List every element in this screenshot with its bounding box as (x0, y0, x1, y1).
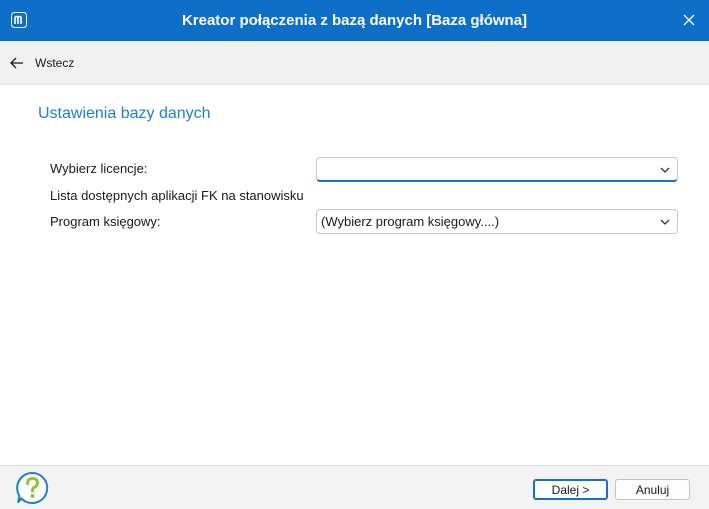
accounting-program-select[interactable]: (Wybierz program księgowy....) (316, 209, 678, 234)
section-title: Ustawienia bazy danych (38, 105, 211, 122)
footer-bar: Dalej > Anuluj (0, 465, 709, 509)
apps-list-label: Lista dostępnych aplikacji FK na stanowi… (50, 188, 304, 203)
back-button[interactable]: Wstecz (8, 51, 74, 75)
close-button[interactable] (677, 8, 701, 32)
title-bar: Kreator połączenia z bazą danych [Baza g… (0, 0, 709, 41)
cancel-button[interactable]: Anuluj (615, 479, 690, 500)
accounting-program-value: (Wybierz program księgowy....) (321, 214, 500, 229)
license-label: Wybierz licencje: (50, 161, 148, 176)
arrow-left-icon (8, 54, 26, 72)
close-icon (683, 14, 695, 26)
window-title: Kreator połączenia z bazą danych [Baza g… (181, 12, 528, 29)
accounting-program-label: Program księgowy: (50, 214, 161, 229)
navigation-bar: Wstecz (0, 41, 709, 85)
back-button-label: Wstecz (35, 56, 75, 70)
chevron-down-icon (660, 167, 670, 173)
next-button[interactable]: Dalej > (533, 479, 608, 500)
help-icon[interactable] (15, 471, 49, 505)
license-select[interactable] (316, 157, 678, 182)
chevron-down-icon (660, 219, 670, 225)
